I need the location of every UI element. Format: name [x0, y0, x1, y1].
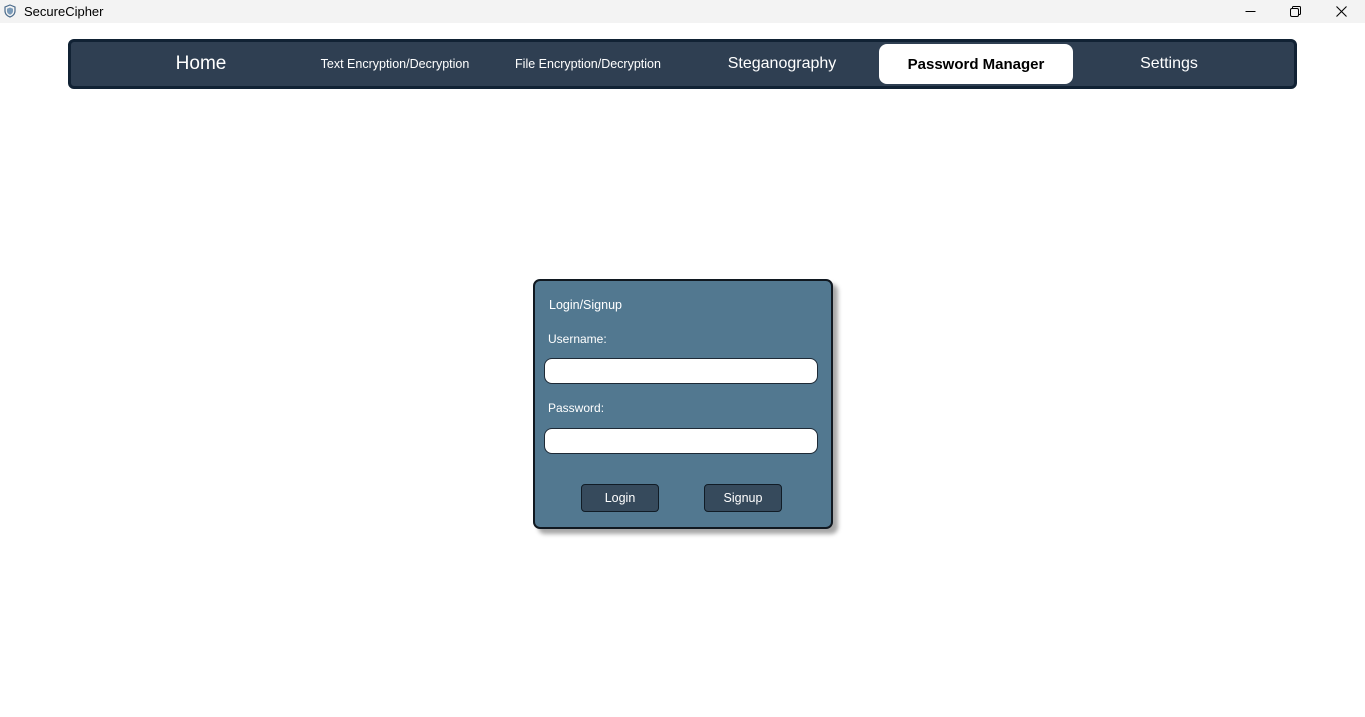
- window-title: SecureCipher: [24, 4, 104, 19]
- tab-settings[interactable]: Settings: [1072, 44, 1266, 84]
- close-button[interactable]: [1318, 0, 1364, 23]
- username-label: Username:: [548, 332, 607, 346]
- tab-file-encryption[interactable]: File Encryption/Decryption: [491, 44, 685, 84]
- tab-text-encryption[interactable]: Text Encryption/Decryption: [298, 44, 492, 84]
- minimize-icon: [1245, 6, 1256, 17]
- tab-home[interactable]: Home: [104, 44, 298, 84]
- panel-title: Login/Signup: [549, 298, 622, 312]
- username-input[interactable]: [544, 358, 818, 384]
- restore-icon: [1289, 6, 1301, 17]
- window-titlebar: SecureCipher: [0, 0, 1365, 23]
- restore-button[interactable]: [1272, 0, 1318, 23]
- main-nav: Home Text Encryption/Decryption File Enc…: [68, 39, 1297, 89]
- password-input[interactable]: [544, 428, 818, 454]
- tab-steganography[interactable]: Steganography: [685, 44, 879, 84]
- shield-icon: [4, 4, 16, 18]
- minimize-button[interactable]: [1227, 0, 1273, 23]
- tab-password-manager[interactable]: Password Manager: [879, 44, 1073, 84]
- login-button[interactable]: Login: [581, 484, 659, 512]
- password-label: Password:: [548, 401, 605, 415]
- signup-button[interactable]: Signup: [704, 484, 782, 512]
- login-signup-panel: Login/Signup Username: Password: Login S…: [533, 279, 833, 529]
- close-icon: [1335, 6, 1347, 17]
